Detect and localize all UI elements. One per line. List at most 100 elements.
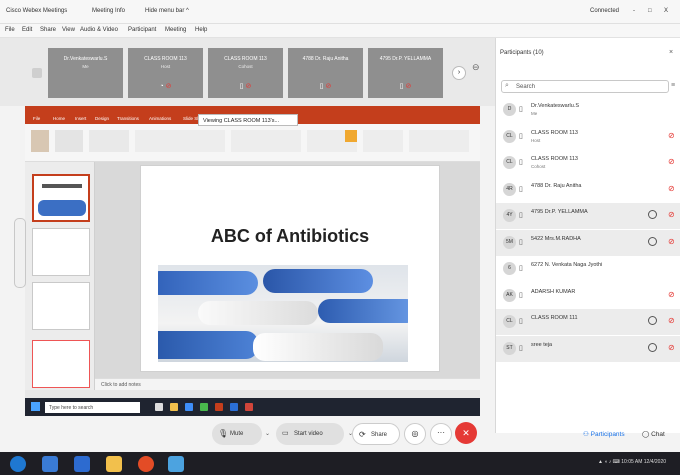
connection-status[interactable]: Connected [590,8,619,14]
participant-row[interactable]: AK ▯ ADARSH KUMAR ⊘ [496,283,680,309]
minimize-button[interactable]: - [633,8,635,14]
menu-share[interactable]: Share [40,27,56,33]
avatar: 4R [503,182,516,196]
participant-row[interactable]: CL ▯ CLASS ROOM 113 Cohost ⊘ [496,150,680,176]
layout-icon[interactable]: ⊖ [472,62,480,73]
avatar: D [503,103,516,116]
participant-row[interactable]: 4R ▯ 4788 Dr. Raju Anitha ⊘ [496,177,680,203]
more-options-icon[interactable]: ··· [430,423,452,445]
participant-row[interactable]: 5M ▯ 5422 Mrs.M.RADHA ⊘ [496,229,680,256]
close-window-button[interactable]: X [664,8,668,14]
tile-status-icons: ▯ ⊘ [399,83,412,90]
notes-pane[interactable]: Click to add notes [95,378,480,390]
participant-search-input[interactable]: Search [501,80,669,93]
participant-row[interactable]: D ▯ Dr.Venkateswarlu.S Me [496,97,680,123]
slide-thumbnail[interactable] [32,340,90,388]
notes-placeholder: Click to add notes [101,382,141,388]
video-tile[interactable]: 4788 Dr. Raju Anitha ▯ ⊘ [288,48,363,98]
participant-row[interactable]: CL ▯ CLASS ROOM 111 ⊘ [496,309,680,335]
menu-view[interactable]: View [62,27,75,33]
mute-label: Mute [230,431,244,437]
video-tile[interactable]: CLASS ROOM 113 Host ◔ ⊘ [128,48,203,98]
device-icon: ▯ [519,318,523,325]
video-tile[interactable]: CLASS ROOM 113 Cohost ▯ ⊘ [208,48,283,98]
start-icon[interactable] [10,456,26,472]
muted-mic-icon[interactable]: ⊘ [668,290,675,299]
share-icon: ⟳ [359,430,366,439]
menu-edit[interactable]: Edit [22,27,32,33]
shape-icon[interactable] [345,130,357,142]
people-icon: ⚇ [583,431,589,438]
avatar: ST [503,341,516,355]
sort-icon[interactable]: ≡ [671,82,675,89]
share-control-handle[interactable] [14,218,26,288]
webex-icon[interactable] [168,456,184,472]
store-icon[interactable] [74,456,90,472]
ppt-tab[interactable]: File [33,116,40,121]
ppt-tab[interactable]: Animations [149,116,171,121]
tile-status-icons: ▯ ⊘ [239,83,252,90]
start-video-button[interactable]: ▭ Start video [276,423,344,445]
taskbar-app-icon [155,403,163,411]
participant-row[interactable]: ST ▯ sree teja ⊘ [496,335,680,362]
tile-name: CLASS ROOM 113 [144,56,187,62]
ppt-tab[interactable]: Home [53,116,65,121]
participant-row[interactable]: CL ▯ CLASS ROOM 113 Host ⊘ [496,124,680,150]
mute-button[interactable]: 🎙 Mute [212,423,262,445]
taskbar-app-icon [185,403,193,411]
muted-mic-icon[interactable]: ⊘ [668,210,675,219]
antibiotics-pills-image [158,265,408,362]
participant-name: Dr.Venkateswarlu.S [531,103,579,109]
media-icon[interactable] [138,456,154,472]
video-tile[interactable]: Dr.Venkateswarlu.S Me [48,48,123,98]
end-meeting-button[interactable]: ✕ [455,422,477,444]
menu-participant[interactable]: Participant [128,27,156,33]
ppt-tab[interactable]: Transitions [117,116,139,121]
strip-next-arrow-icon[interactable]: › [452,66,466,80]
folder-icon[interactable] [106,456,122,472]
participants-button[interactable]: ⚇ Participants [583,430,625,438]
menu-help[interactable]: Help [195,27,207,33]
record-icon[interactable]: ◎ [404,423,426,445]
participant-row[interactable]: 6 ▯ 6272 N. Venkata Naga Jyothi [496,256,680,282]
meeting-info-link[interactable]: Meeting Info [92,8,125,14]
menu-file[interactable]: File [5,27,15,33]
tray-icons: ▲ ◖ ♪ ⌨ [598,459,622,465]
ppt-tab[interactable]: Insert [75,116,86,121]
hide-menu-bar-button[interactable]: Hide menu bar ^ [145,8,189,14]
muted-mic-icon[interactable]: ⊘ [668,237,675,246]
video-tile[interactable]: 4795 Dr.P. YELLAMMA ▯ ⊘ [368,48,443,98]
browser-icon[interactable] [42,456,58,472]
muted-mic-icon[interactable]: ⊘ [668,184,675,193]
muted-mic-icon[interactable]: ⊘ [668,131,675,140]
viewing-label: Viewing CLASS ROOM 113's... [198,114,298,126]
tray-date: 12/4/2020 [643,459,667,465]
ppt-ribbon [25,124,480,162]
menu-audio-video[interactable]: Audio & Video [80,27,118,33]
participant-name: 4795 Dr.P. YELLAMMA [531,209,588,215]
mute-chevron-icon[interactable]: ⌄ [265,430,270,437]
tile-status-icons: ▯ ⊘ [319,83,332,90]
participant-row[interactable]: 4Y ▯ 4795 Dr.P. YELLAMMA ⊘ [496,203,680,229]
close-panel-icon[interactable]: × [669,49,673,56]
participants-title[interactable]: Participants (10) [500,50,544,56]
slide-thumbnail[interactable] [32,174,90,222]
ppt-tab[interactable]: Design [95,116,109,121]
strip-nav-icon[interactable] [32,68,42,78]
share-button[interactable]: ⟳ Share [352,423,400,445]
maximize-button[interactable]: □ [648,8,652,14]
tile-name: 4788 Dr. Raju Anitha [302,56,349,62]
participant-name: CLASS ROOM 113 [531,129,578,136]
device-icon: ▯ [519,185,523,193]
muted-mic-icon[interactable]: ⊘ [668,157,675,166]
slide-thumbnail[interactable] [32,282,90,330]
chat-button[interactable]: ◯ Chat [642,430,665,438]
device-icon: ▯ [519,291,523,299]
menu-meeting[interactable]: Meeting [165,27,186,33]
muted-mic-icon[interactable]: ⊘ [668,343,675,352]
pill-shape [263,269,373,293]
paste-icon[interactable] [31,130,49,152]
slide-thumbnail[interactable] [32,228,90,276]
muted-mic-icon[interactable]: ⊘ [668,316,675,325]
thumb-image [38,200,86,216]
